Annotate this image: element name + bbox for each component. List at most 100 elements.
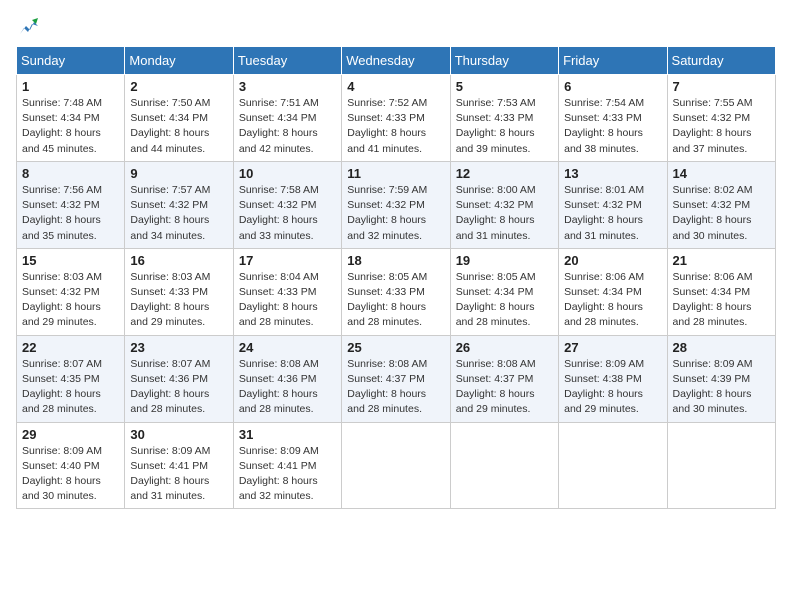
table-row: 6 Sunrise: 7:54 AM Sunset: 4:33 PM Dayli… [559, 75, 667, 162]
day-number: 24 [239, 340, 336, 355]
day-number: 9 [130, 166, 227, 181]
table-row: 13 Sunrise: 8:01 AM Sunset: 4:32 PM Dayl… [559, 161, 667, 248]
day-number: 5 [456, 79, 553, 94]
day-number: 29 [22, 427, 119, 442]
day-info: Sunrise: 8:09 AM Sunset: 4:39 PM Dayligh… [673, 357, 770, 418]
table-row: 16 Sunrise: 8:03 AM Sunset: 4:33 PM Dayl… [125, 248, 233, 335]
table-row: 2 Sunrise: 7:50 AM Sunset: 4:34 PM Dayli… [125, 75, 233, 162]
day-number: 11 [347, 166, 444, 181]
page-header [16, 16, 776, 38]
day-info: Sunrise: 8:09 AM Sunset: 4:41 PM Dayligh… [239, 444, 336, 505]
day-info: Sunrise: 8:08 AM Sunset: 4:36 PM Dayligh… [239, 357, 336, 418]
empty-cell [450, 422, 558, 509]
day-number: 3 [239, 79, 336, 94]
table-row: 21 Sunrise: 8:06 AM Sunset: 4:34 PM Dayl… [667, 248, 775, 335]
day-number: 18 [347, 253, 444, 268]
col-sunday: Sunday [17, 47, 125, 75]
day-number: 13 [564, 166, 661, 181]
day-info: Sunrise: 8:09 AM Sunset: 4:38 PM Dayligh… [564, 357, 661, 418]
table-row: 26 Sunrise: 8:08 AM Sunset: 4:37 PM Dayl… [450, 335, 558, 422]
day-info: Sunrise: 8:02 AM Sunset: 4:32 PM Dayligh… [673, 183, 770, 244]
table-row: 30 Sunrise: 8:09 AM Sunset: 4:41 PM Dayl… [125, 422, 233, 509]
table-row: 24 Sunrise: 8:08 AM Sunset: 4:36 PM Dayl… [233, 335, 341, 422]
calendar-week-row: 8 Sunrise: 7:56 AM Sunset: 4:32 PM Dayli… [17, 161, 776, 248]
day-info: Sunrise: 7:57 AM Sunset: 4:32 PM Dayligh… [130, 183, 227, 244]
day-info: Sunrise: 8:04 AM Sunset: 4:33 PM Dayligh… [239, 270, 336, 331]
day-info: Sunrise: 7:54 AM Sunset: 4:33 PM Dayligh… [564, 96, 661, 157]
day-number: 15 [22, 253, 119, 268]
day-number: 2 [130, 79, 227, 94]
day-number: 10 [239, 166, 336, 181]
table-row: 5 Sunrise: 7:53 AM Sunset: 4:33 PM Dayli… [450, 75, 558, 162]
table-row: 29 Sunrise: 8:09 AM Sunset: 4:40 PM Dayl… [17, 422, 125, 509]
calendar-table: Sunday Monday Tuesday Wednesday Thursday… [16, 46, 776, 509]
empty-cell [342, 422, 450, 509]
table-row: 15 Sunrise: 8:03 AM Sunset: 4:32 PM Dayl… [17, 248, 125, 335]
calendar-week-row: 29 Sunrise: 8:09 AM Sunset: 4:40 PM Dayl… [17, 422, 776, 509]
day-info: Sunrise: 8:06 AM Sunset: 4:34 PM Dayligh… [673, 270, 770, 331]
table-row: 19 Sunrise: 8:05 AM Sunset: 4:34 PM Dayl… [450, 248, 558, 335]
table-row: 8 Sunrise: 7:56 AM Sunset: 4:32 PM Dayli… [17, 161, 125, 248]
empty-cell [559, 422, 667, 509]
table-row: 3 Sunrise: 7:51 AM Sunset: 4:34 PM Dayli… [233, 75, 341, 162]
table-row: 12 Sunrise: 8:00 AM Sunset: 4:32 PM Dayl… [450, 161, 558, 248]
day-number: 22 [22, 340, 119, 355]
day-info: Sunrise: 8:07 AM Sunset: 4:36 PM Dayligh… [130, 357, 227, 418]
calendar-week-row: 1 Sunrise: 7:48 AM Sunset: 4:34 PM Dayli… [17, 75, 776, 162]
day-info: Sunrise: 7:48 AM Sunset: 4:34 PM Dayligh… [22, 96, 119, 157]
col-saturday: Saturday [667, 47, 775, 75]
table-row: 22 Sunrise: 8:07 AM Sunset: 4:35 PM Dayl… [17, 335, 125, 422]
day-number: 12 [456, 166, 553, 181]
table-row: 9 Sunrise: 7:57 AM Sunset: 4:32 PM Dayli… [125, 161, 233, 248]
day-info: Sunrise: 8:06 AM Sunset: 4:34 PM Dayligh… [564, 270, 661, 331]
logo [16, 16, 40, 38]
day-info: Sunrise: 8:05 AM Sunset: 4:34 PM Dayligh… [456, 270, 553, 331]
calendar-header-row: Sunday Monday Tuesday Wednesday Thursday… [17, 47, 776, 75]
day-number: 25 [347, 340, 444, 355]
day-number: 23 [130, 340, 227, 355]
table-row: 17 Sunrise: 8:04 AM Sunset: 4:33 PM Dayl… [233, 248, 341, 335]
day-info: Sunrise: 8:09 AM Sunset: 4:41 PM Dayligh… [130, 444, 227, 505]
day-number: 20 [564, 253, 661, 268]
table-row: 27 Sunrise: 8:09 AM Sunset: 4:38 PM Dayl… [559, 335, 667, 422]
day-info: Sunrise: 8:08 AM Sunset: 4:37 PM Dayligh… [456, 357, 553, 418]
col-thursday: Thursday [450, 47, 558, 75]
table-row: 23 Sunrise: 8:07 AM Sunset: 4:36 PM Dayl… [125, 335, 233, 422]
day-number: 30 [130, 427, 227, 442]
day-info: Sunrise: 7:56 AM Sunset: 4:32 PM Dayligh… [22, 183, 119, 244]
col-tuesday: Tuesday [233, 47, 341, 75]
table-row: 4 Sunrise: 7:52 AM Sunset: 4:33 PM Dayli… [342, 75, 450, 162]
table-row: 1 Sunrise: 7:48 AM Sunset: 4:34 PM Dayli… [17, 75, 125, 162]
calendar-week-row: 22 Sunrise: 8:07 AM Sunset: 4:35 PM Dayl… [17, 335, 776, 422]
day-number: 16 [130, 253, 227, 268]
day-number: 17 [239, 253, 336, 268]
table-row: 20 Sunrise: 8:06 AM Sunset: 4:34 PM Dayl… [559, 248, 667, 335]
logo-bird-icon [18, 16, 40, 38]
day-number: 27 [564, 340, 661, 355]
day-info: Sunrise: 8:08 AM Sunset: 4:37 PM Dayligh… [347, 357, 444, 418]
day-info: Sunrise: 7:50 AM Sunset: 4:34 PM Dayligh… [130, 96, 227, 157]
day-info: Sunrise: 8:07 AM Sunset: 4:35 PM Dayligh… [22, 357, 119, 418]
col-friday: Friday [559, 47, 667, 75]
day-info: Sunrise: 7:58 AM Sunset: 4:32 PM Dayligh… [239, 183, 336, 244]
day-number: 28 [673, 340, 770, 355]
day-number: 31 [239, 427, 336, 442]
day-number: 7 [673, 79, 770, 94]
day-info: Sunrise: 7:53 AM Sunset: 4:33 PM Dayligh… [456, 96, 553, 157]
day-number: 8 [22, 166, 119, 181]
day-info: Sunrise: 8:00 AM Sunset: 4:32 PM Dayligh… [456, 183, 553, 244]
day-info: Sunrise: 7:51 AM Sunset: 4:34 PM Dayligh… [239, 96, 336, 157]
table-row: 7 Sunrise: 7:55 AM Sunset: 4:32 PM Dayli… [667, 75, 775, 162]
day-info: Sunrise: 8:03 AM Sunset: 4:32 PM Dayligh… [22, 270, 119, 331]
day-info: Sunrise: 7:55 AM Sunset: 4:32 PM Dayligh… [673, 96, 770, 157]
calendar-week-row: 15 Sunrise: 8:03 AM Sunset: 4:32 PM Dayl… [17, 248, 776, 335]
day-info: Sunrise: 8:09 AM Sunset: 4:40 PM Dayligh… [22, 444, 119, 505]
day-number: 21 [673, 253, 770, 268]
day-number: 4 [347, 79, 444, 94]
day-number: 26 [456, 340, 553, 355]
day-number: 6 [564, 79, 661, 94]
day-info: Sunrise: 7:52 AM Sunset: 4:33 PM Dayligh… [347, 96, 444, 157]
col-monday: Monday [125, 47, 233, 75]
table-row: 28 Sunrise: 8:09 AM Sunset: 4:39 PM Dayl… [667, 335, 775, 422]
table-row: 31 Sunrise: 8:09 AM Sunset: 4:41 PM Dayl… [233, 422, 341, 509]
